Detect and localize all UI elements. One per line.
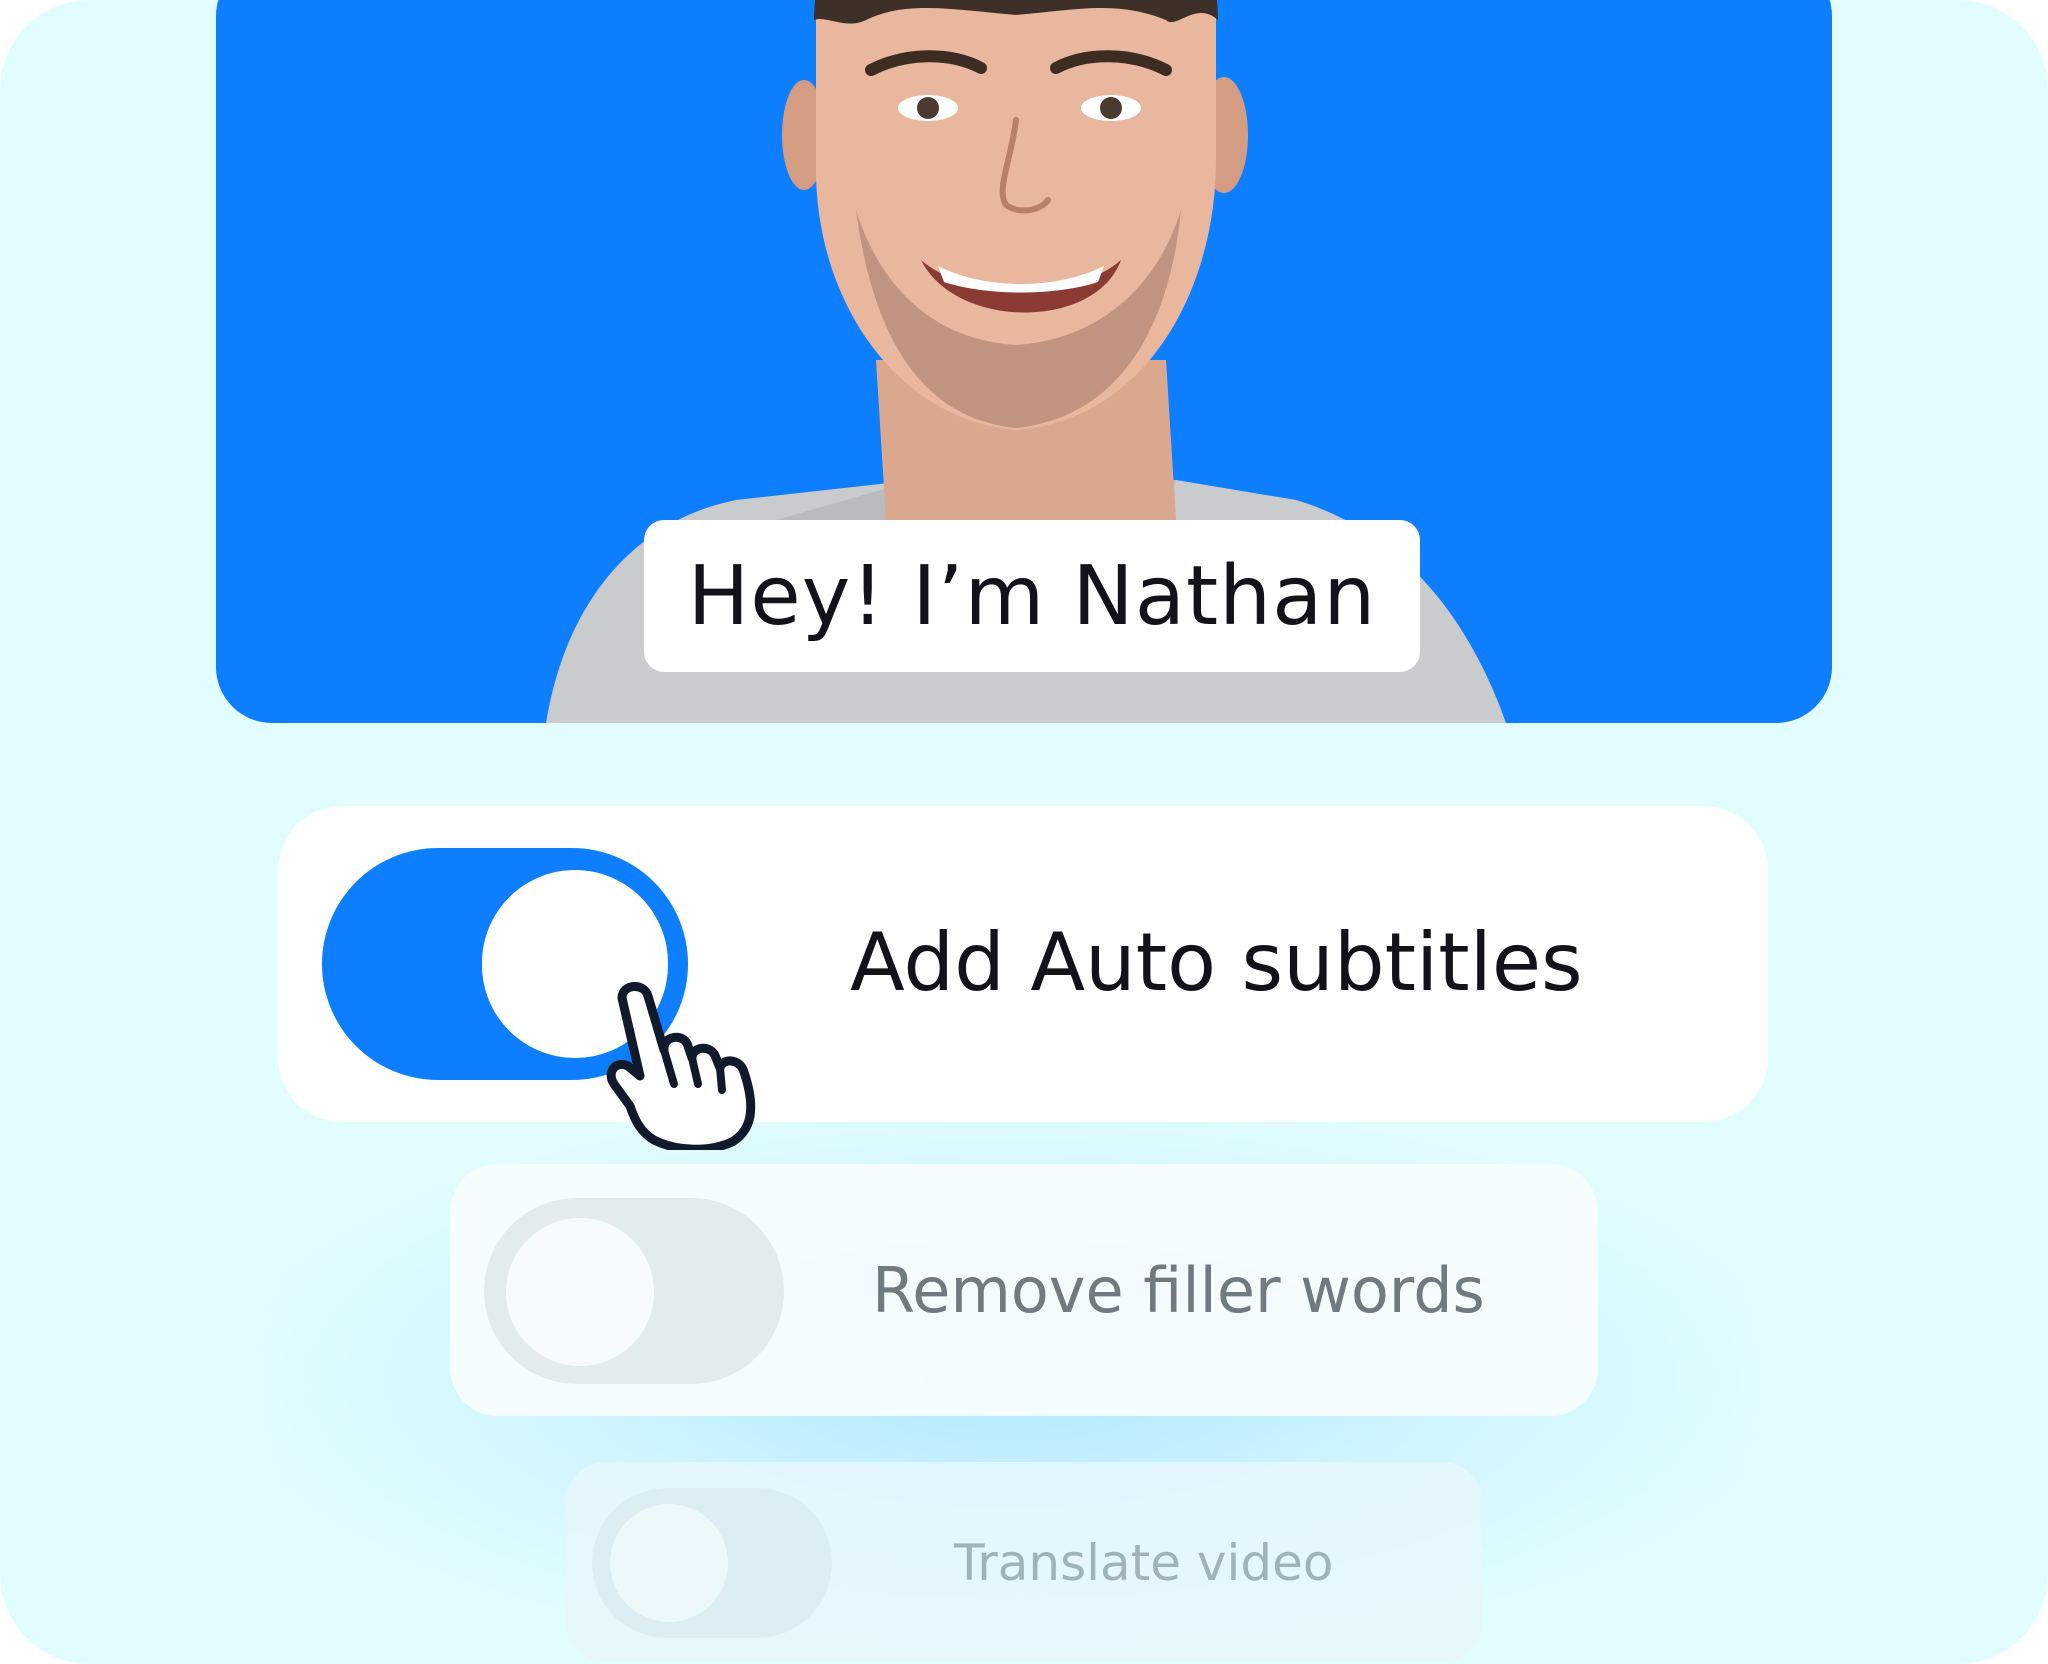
remove-filler-words-toggle[interactable] bbox=[484, 1198, 784, 1384]
option-row-remove-filler-words[interactable]: Remove filler words bbox=[450, 1164, 1598, 1416]
option-row-auto-subtitles[interactable]: Add Auto subtitles bbox=[278, 806, 1768, 1122]
remove-filler-words-label: Remove filler words bbox=[872, 1254, 1485, 1327]
subtitle-caption-text: Hey! I’m Nathan bbox=[687, 548, 1377, 644]
toggle-knob bbox=[506, 1218, 654, 1366]
toggle-knob bbox=[610, 1504, 728, 1622]
auto-subtitles-label: Add Auto subtitles bbox=[850, 916, 1583, 1009]
translate-video-toggle[interactable] bbox=[592, 1488, 832, 1638]
translate-video-label: Translate video bbox=[954, 1534, 1334, 1592]
hand-pointer-icon bbox=[606, 982, 756, 1150]
option-row-translate-video[interactable]: Translate video bbox=[566, 1462, 1482, 1662]
video-preview[interactable]: Hey! I’m Nathan bbox=[216, 0, 1832, 723]
subtitle-caption-box: Hey! I’m Nathan bbox=[644, 520, 1420, 672]
page-canvas: Hey! I’m Nathan Add Auto subtitles Remov… bbox=[0, 0, 2048, 1664]
